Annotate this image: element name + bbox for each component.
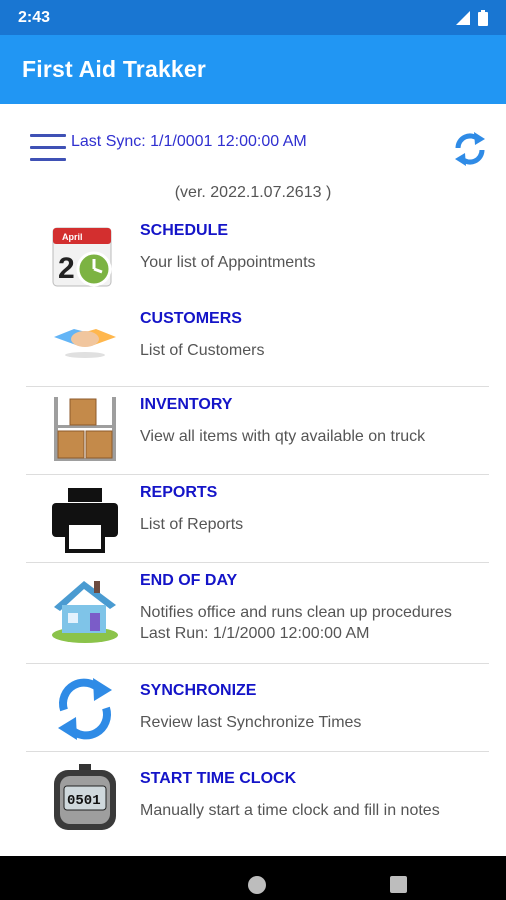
house-icon [52, 581, 118, 643]
refresh-icon[interactable] [452, 130, 488, 168]
calendar-day-text: 2 [58, 252, 75, 285]
time-clock-title: START TIME CLOCK [140, 770, 297, 787]
synchronize-desc: Review last Synchronize Times [140, 714, 362, 731]
main-menu: April 2 SCHEDULE Your list of Appointmen… [26, 214, 489, 842]
nav-bar [0, 856, 506, 900]
stopwatch-icon: 0501 [54, 764, 116, 830]
signal-icon [456, 10, 470, 25]
reports-title: REPORTS [140, 484, 218, 501]
recents-nav-icon[interactable] [390, 876, 407, 893]
inventory-title: INVENTORY [140, 396, 233, 413]
status-time: 2:43 [18, 8, 51, 26]
synchronize-title: SYNCHRONIZE [140, 682, 257, 699]
app-title: First Aid Trakker [22, 56, 207, 82]
inventory-desc: View all items with qty available on tru… [140, 428, 426, 445]
menu-item-start-time-clock[interactable]: 0501 START TIME CLOCK Manually start a t… [26, 752, 489, 842]
home-nav-icon[interactable] [248, 876, 266, 894]
menu-icon[interactable] [30, 134, 66, 170]
time-clock-desc: Manually start a time clock and fill in … [140, 802, 440, 819]
schedule-desc: Your list of Appointments [140, 254, 316, 271]
menu-item-reports[interactable]: REPORTS List of Reports [26, 475, 489, 563]
customers-title: CUSTOMERS [140, 310, 242, 327]
menu-item-customers[interactable]: CUSTOMERS List of Customers [26, 301, 489, 387]
end-of-day-desc: Notifies office and runs clean up proced… [140, 604, 452, 621]
calendar-clock-icon: April 2 [52, 227, 112, 287]
calendar-month-text: April [62, 232, 83, 242]
sync-arrows-icon [58, 678, 112, 740]
schedule-title: SCHEDULE [140, 222, 229, 239]
main-content: Last Sync: 1/1/0001 12:00:00 AM (ver. 20… [0, 104, 506, 856]
end-of-day-last-run: Last Run: 1/1/2000 12:00:00 AM [140, 625, 370, 642]
customers-desc: List of Customers [140, 342, 265, 359]
battery-icon [478, 9, 488, 26]
menu-item-inventory[interactable]: INVENTORY View all items with qty availa… [26, 387, 489, 475]
boxes-shelf-icon [54, 397, 116, 461]
last-sync-label: Last Sync: 1/1/0001 12:00:00 AM [71, 133, 307, 150]
end-of-day-title: END OF DAY [140, 572, 238, 589]
app-bar: First Aid Trakker [0, 35, 506, 104]
menu-item-synchronize[interactable]: SYNCHRONIZE Review last Synchronize Time… [26, 664, 489, 752]
sync-row: Last Sync: 1/1/0001 12:00:00 AM [0, 104, 506, 174]
handshake-icon [54, 329, 116, 358]
printer-icon [52, 488, 118, 553]
reports-desc: List of Reports [140, 516, 244, 533]
version-label: (ver. 2022.1.07.2613 ) [174, 184, 332, 201]
menu-item-schedule[interactable]: April 2 SCHEDULE Your list of Appointmen… [26, 214, 489, 301]
stopwatch-display-text: 0501 [67, 793, 101, 809]
menu-item-end-of-day[interactable]: END OF DAY Notifies office and runs clea… [26, 563, 489, 664]
status-bar: 2:43 [0, 0, 506, 35]
